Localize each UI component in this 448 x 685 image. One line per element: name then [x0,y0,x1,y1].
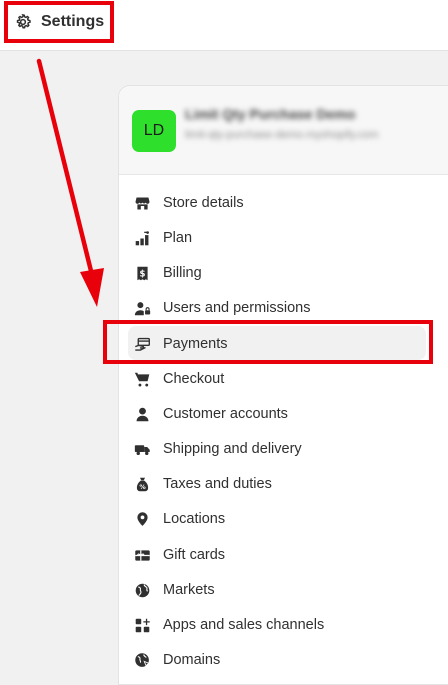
annotation-arrow [36,58,104,307]
